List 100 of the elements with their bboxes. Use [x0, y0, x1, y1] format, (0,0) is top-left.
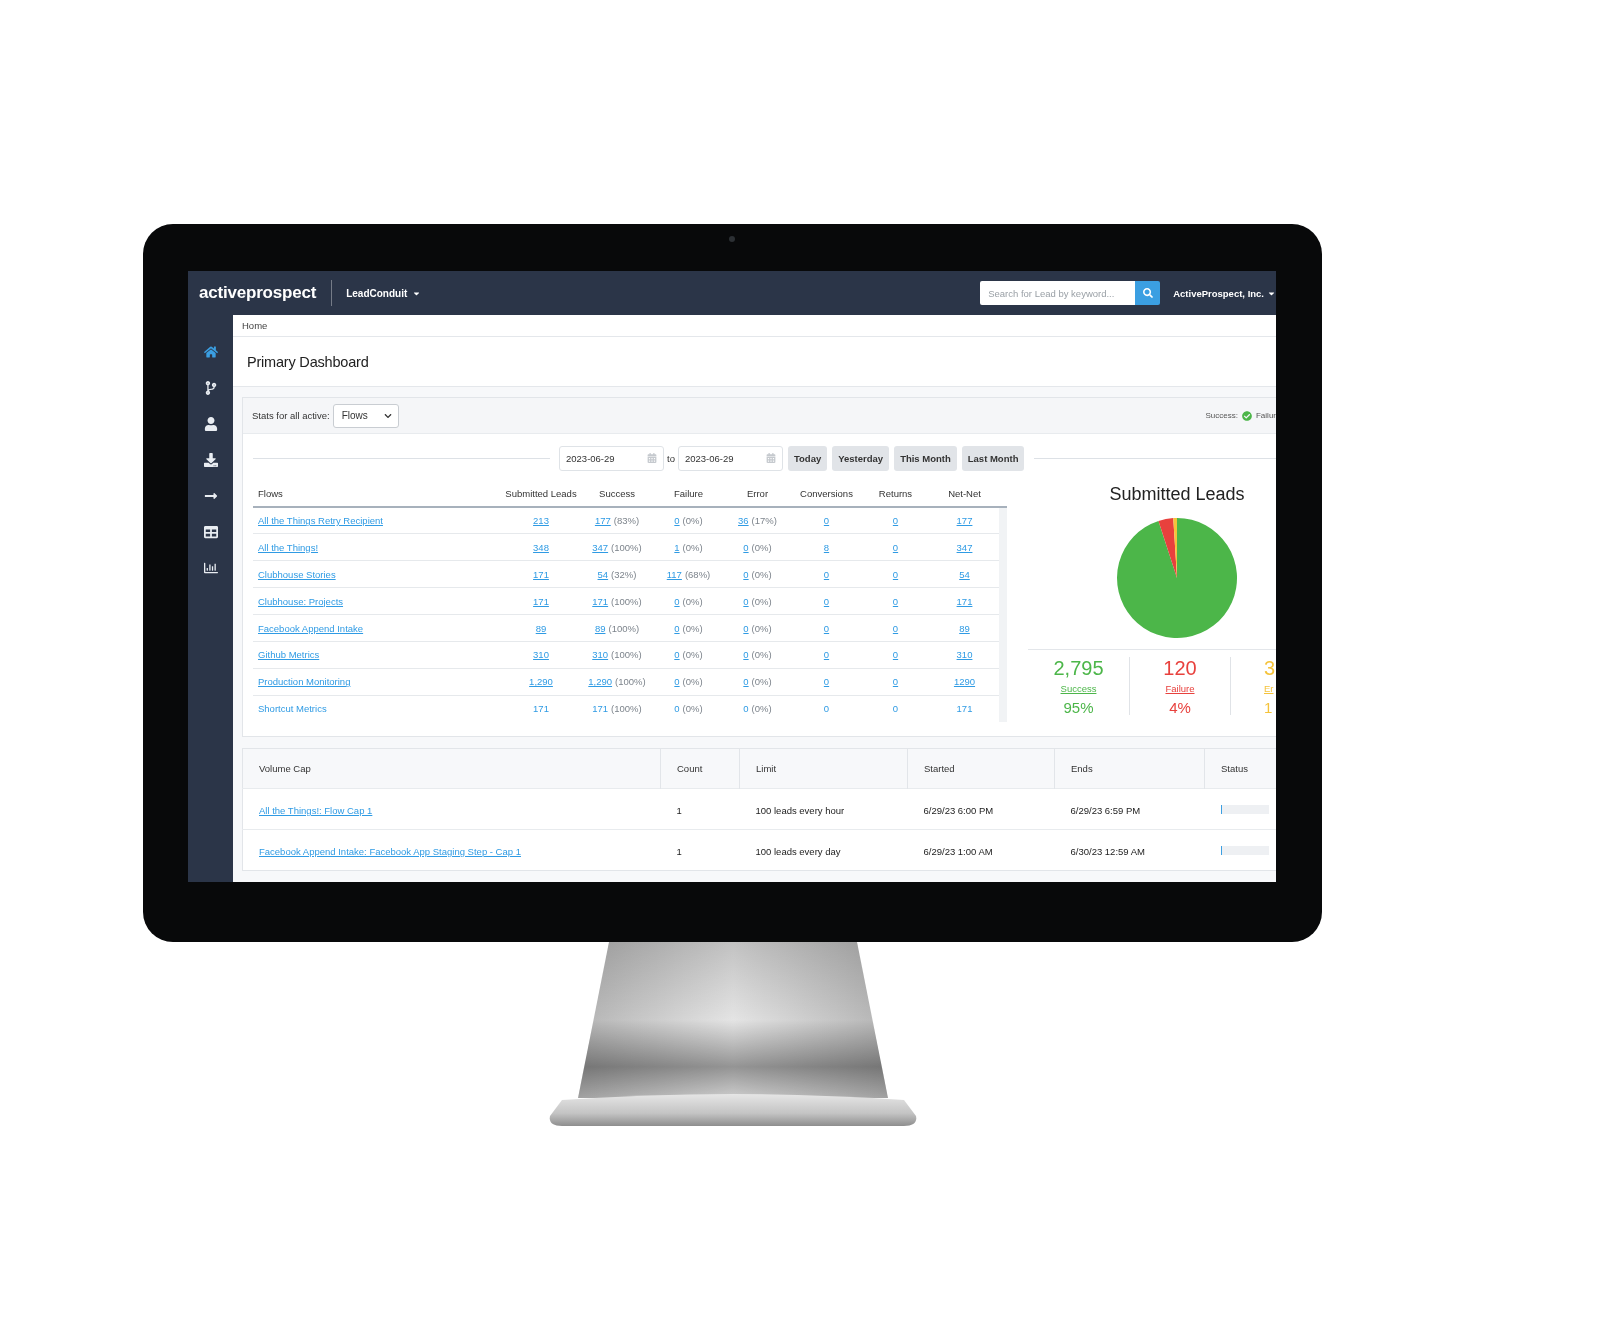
- count-link[interactable]: 347: [956, 541, 973, 553]
- table-cell: 171: [533, 703, 549, 715]
- count-link[interactable]: 177: [594, 515, 611, 527]
- count-link[interactable]: 0: [823, 676, 830, 688]
- count-link[interactable]: 0: [823, 649, 830, 661]
- column-header: Started: [907, 748, 1055, 789]
- count-link[interactable]: 89: [594, 622, 606, 634]
- count-link[interactable]: 177: [956, 515, 973, 527]
- preset-button[interactable]: Today: [787, 446, 828, 471]
- download-icon[interactable]: [203, 453, 218, 467]
- percent-text: (0%): [751, 595, 772, 607]
- count-link[interactable]: 0: [674, 595, 680, 607]
- stat-link[interactable]: Success: [1060, 682, 1097, 696]
- count-link[interactable]: 1290: [953, 676, 976, 688]
- flow-link[interactable]: Facebook Append Intake: [258, 622, 364, 634]
- percent-text: (0%): [682, 595, 703, 607]
- count-link[interactable]: 310: [533, 649, 549, 661]
- volume-cap-link[interactable]: All the Things!: Flow Cap 1: [259, 805, 373, 816]
- home-icon[interactable]: [203, 345, 218, 359]
- count-link[interactable]: 1,290: [529, 676, 553, 688]
- count-link[interactable]: 171: [956, 595, 973, 607]
- count-link[interactable]: 54: [959, 568, 970, 580]
- count-link[interactable]: 0: [823, 515, 830, 527]
- count-link[interactable]: 0: [674, 676, 680, 688]
- count-link[interactable]: 0: [674, 622, 680, 634]
- count-link[interactable]: 36: [738, 515, 749, 527]
- count-link[interactable]: 0: [892, 649, 899, 661]
- count-link[interactable]: 0: [743, 622, 749, 634]
- count-link[interactable]: 0: [743, 595, 749, 607]
- count-link[interactable]: 1,290: [588, 676, 613, 688]
- count-link[interactable]: 0: [743, 649, 749, 661]
- percent-text: (100%): [611, 595, 642, 607]
- count-link[interactable]: 1: [674, 541, 680, 553]
- flow-link[interactable]: Github Metrics: [258, 649, 320, 661]
- bar-chart-icon[interactable]: [203, 561, 218, 575]
- count-link[interactable]: 171: [533, 595, 549, 607]
- percent-text: (0%): [751, 703, 772, 715]
- preset-button[interactable]: Yesterday: [832, 446, 890, 471]
- search-button[interactable]: [1135, 281, 1161, 305]
- page-title: Primary Dashboard: [247, 353, 369, 370]
- table-cell: 6/29/23 6:00 PM: [923, 805, 994, 816]
- count-link[interactable]: 0: [823, 595, 830, 607]
- volume-cap-link[interactable]: Facebook Append Intake: Facebook App Staging Step - Cap 1: [259, 846, 521, 857]
- count-link[interactable]: 0: [743, 541, 749, 553]
- count-link[interactable]: 89: [535, 622, 547, 634]
- count-link[interactable]: 348: [533, 541, 549, 553]
- count-link[interactable]: 347: [592, 541, 609, 553]
- table-icon[interactable]: [203, 525, 218, 539]
- percent-text: (100%): [615, 676, 646, 688]
- product-menu[interactable]: LeadConduit: [346, 287, 422, 299]
- stat-link[interactable]: Failure: [1165, 682, 1195, 696]
- branch-icon[interactable]: [203, 381, 218, 395]
- percent-text: (100%): [611, 541, 642, 553]
- count-link[interactable]: 171: [533, 568, 549, 580]
- column-header: Ends: [1054, 748, 1205, 789]
- count-link[interactable]: 171: [592, 595, 609, 607]
- count-link[interactable]: 0: [892, 595, 899, 607]
- flow-link[interactable]: All the Things!: [258, 541, 319, 553]
- calendar-icon: [647, 453, 657, 463]
- count-link[interactable]: 0: [743, 568, 749, 580]
- count-link[interactable]: 310: [592, 649, 609, 661]
- table-cell: 6/30/23 12:59 AM: [1070, 846, 1145, 857]
- flow-link[interactable]: Clubhouse Stories: [258, 568, 336, 580]
- count-link[interactable]: 0: [892, 676, 899, 688]
- flow-link[interactable]: Production Monitoring: [258, 676, 351, 688]
- search-field[interactable]: Search for Lead by keyword...: [980, 281, 1136, 305]
- percent-text: (0%): [682, 515, 703, 527]
- count-link[interactable]: 0: [892, 515, 899, 527]
- preset-button[interactable]: Last Month: [961, 446, 1025, 471]
- count-link[interactable]: 0: [892, 541, 899, 553]
- count-link[interactable]: 0: [823, 622, 830, 634]
- percent-text: (0%): [751, 676, 772, 688]
- count-link[interactable]: 89: [959, 622, 970, 634]
- flows-select[interactable]: Flows: [332, 403, 399, 428]
- preset-button[interactable]: This Month: [894, 446, 957, 471]
- count-link[interactable]: 310: [956, 649, 973, 661]
- stat-value: 120: [1163, 657, 1197, 679]
- percent-text: (0%): [751, 622, 772, 634]
- count-link[interactable]: 213: [533, 515, 549, 527]
- stat-link[interactable]: Er: [1264, 682, 1274, 696]
- calendar-icon: [765, 453, 776, 463]
- count-link[interactable]: 0: [892, 622, 899, 634]
- chart-title: Submitted Leads: [1109, 483, 1245, 506]
- date-field[interactable]: 2023-06-29: [677, 446, 783, 471]
- flow-link[interactable]: Clubhouse: Projects: [258, 595, 344, 607]
- flow-link[interactable]: All the Things Retry Recipient: [258, 515, 383, 527]
- user-icon[interactable]: [203, 417, 218, 431]
- column-header: Submitted Leads: [502, 481, 580, 507]
- count-link[interactable]: 0: [674, 649, 680, 661]
- account-menu[interactable]: ActiveProspect, Inc.: [1173, 287, 1276, 299]
- count-link[interactable]: 117: [666, 568, 682, 580]
- count-link[interactable]: 8: [823, 541, 830, 553]
- date-field[interactable]: 2023-06-29: [559, 446, 664, 471]
- scrollbar[interactable]: [999, 507, 1007, 723]
- count-link[interactable]: 0: [743, 676, 749, 688]
- logo[interactable]: activeprospect: [199, 283, 317, 303]
- count-link[interactable]: 0: [823, 568, 830, 580]
- count-link[interactable]: 0: [674, 515, 680, 527]
- count-link[interactable]: 0: [892, 568, 899, 580]
- count-link[interactable]: 54: [597, 568, 609, 580]
